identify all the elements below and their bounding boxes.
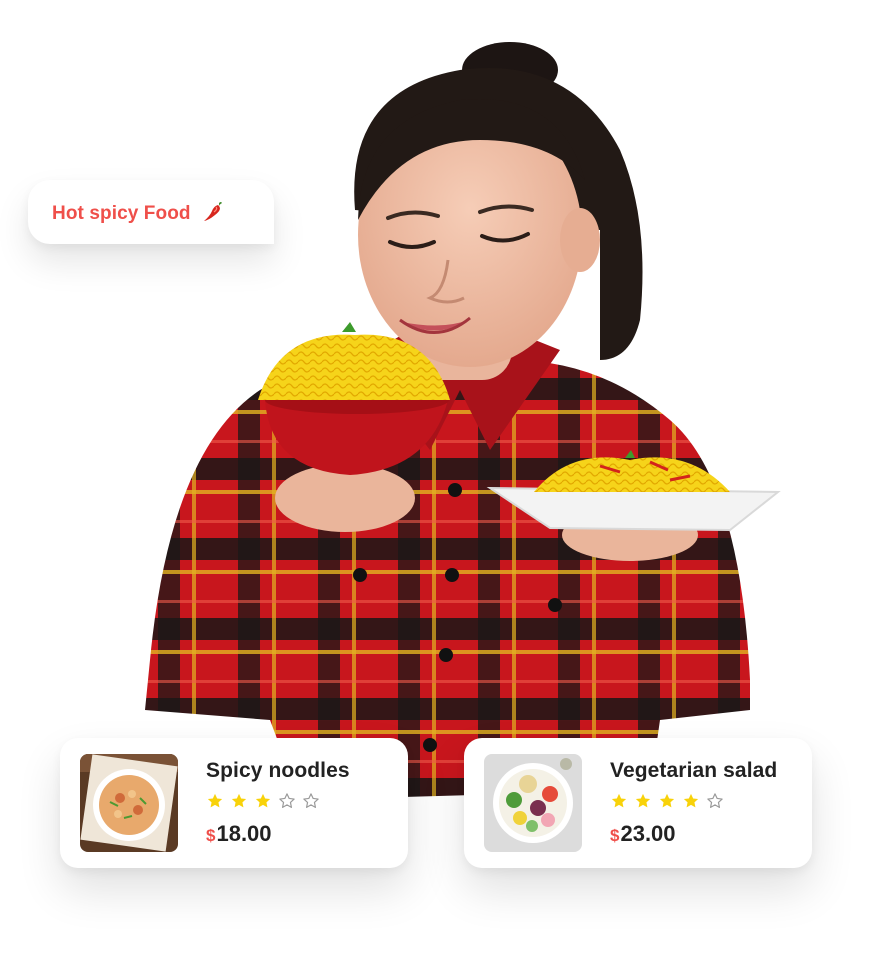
product-card-vegetarian-salad[interactable]: Vegetarian salad $23.00 [464,738,812,868]
star-filled-icon [255,793,271,808]
star-filled-icon [635,793,651,808]
product-title: Vegetarian salad [610,759,778,782]
price-value: 23.00 [620,821,676,846]
spicy-noodles-photo [80,754,178,852]
star-rating [206,792,350,810]
star-empty-icon [707,793,723,808]
chili-pepper-icon [204,202,223,221]
product-info: Vegetarian salad $23.00 [610,759,777,847]
star-filled-icon [207,793,223,808]
bubble-text: Hot spicy Food [52,199,225,225]
bubble-label: Hot spicy Food [52,203,191,224]
star-empty-icon [303,793,319,808]
star-filled-icon [611,793,627,808]
star-filled-icon [231,793,247,808]
hero-photo [130,30,790,820]
vegetarian-salad-photo [484,754,582,852]
product-price: $23.00 [610,821,777,847]
product-price: $18.00 [206,821,350,847]
currency-symbol: $ [206,826,216,845]
star-empty-icon [279,793,295,808]
product-card-spicy-noodles[interactable]: Spicy noodles $18.00 [60,738,408,868]
star-filled-icon [659,793,675,808]
speech-bubble: Hot spicy Food [28,180,274,244]
price-value: 18.00 [216,821,272,846]
currency-symbol: $ [610,826,620,845]
product-title: Spicy noodles [206,759,350,782]
star-filled-icon [683,793,699,808]
product-info: Spicy noodles $18.00 [206,759,350,847]
star-rating [610,792,777,810]
